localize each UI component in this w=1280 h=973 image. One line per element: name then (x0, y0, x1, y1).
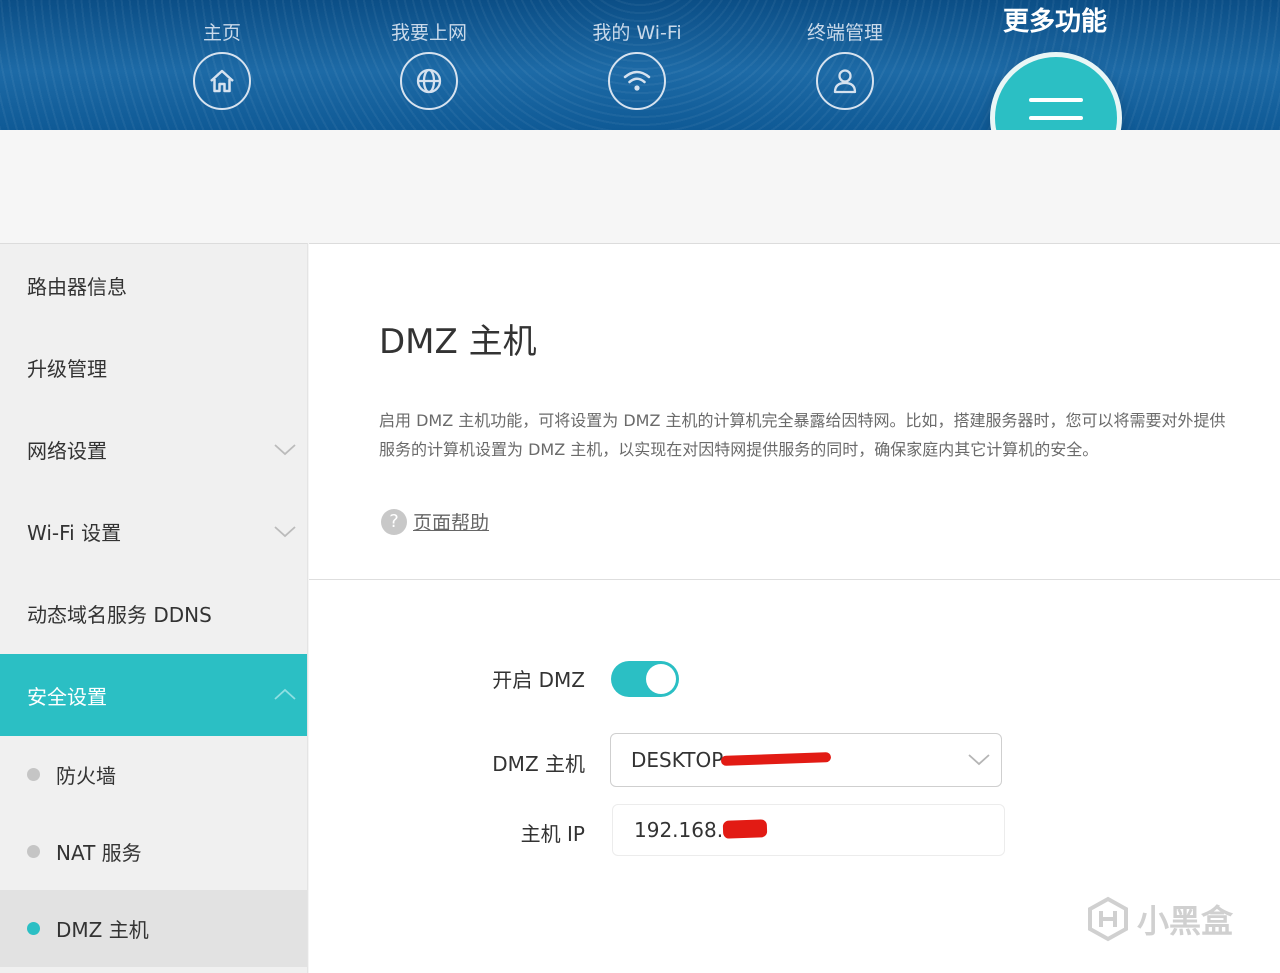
nav-item-devices[interactable]: 终端管理 (770, 18, 920, 110)
chevron-down-icon (274, 526, 296, 538)
sidebar-subitem-label: 防火墙 (56, 764, 116, 788)
watermark: 小黑盒 (1085, 896, 1233, 942)
home-icon (193, 52, 251, 110)
host-ip-label: 主机 IP (520, 822, 585, 846)
dmz-host-label: DMZ 主机 (492, 752, 585, 776)
watermark-logo-icon (1088, 896, 1128, 942)
sidebar-subitem-label: NAT 服务 (56, 841, 142, 865)
enable-dmz-toggle[interactable] (611, 661, 679, 697)
nav-item-internet[interactable]: 我要上网 (354, 18, 504, 110)
description-line: 启用 DMZ 主机功能，可将设置为 DMZ 主机的计算机完全暴露给因特网。比如，… (379, 411, 1226, 430)
nav-item-internet-label: 我要上网 (390, 22, 467, 44)
sidebar-subitem-nat[interactable]: NAT 服务 (0, 813, 307, 890)
wifi-icon (608, 52, 666, 110)
watermark-text: 小黑盒 (1137, 902, 1234, 940)
sidebar-item-upgrade[interactable]: 升级管理 (0, 326, 307, 408)
header-spacer (0, 130, 1280, 243)
user-icon (816, 52, 874, 110)
chevron-down-icon (274, 444, 296, 456)
dmz-host-select[interactable]: DESKTOP- (610, 733, 1002, 787)
help-icon: ? (381, 508, 407, 535)
chevron-down-icon (968, 754, 990, 766)
nav-item-my-wifi[interactable]: 我的 Wi-Fi (562, 18, 712, 110)
chevron-up-icon (274, 688, 296, 700)
redaction-mark (722, 819, 768, 839)
bullet-dot-icon (27, 922, 40, 935)
nav-item-devices-label: 终端管理 (806, 22, 883, 44)
sidebar-item-security[interactable]: 安全设置 (0, 654, 307, 736)
sidebar-item-label: 路由器信息 (27, 274, 127, 299)
bullet-dot-icon (27, 845, 40, 858)
divider (309, 579, 1280, 580)
bullet-dot-icon (27, 768, 40, 781)
sidebar-item-label: Wi-Fi 设置 (27, 520, 122, 545)
nav-item-home-label: 主页 (202, 22, 241, 44)
description-line: 服务的计算机设置为 DMZ 主机，以实现在对因特网提供服务的同时，确保家庭内其它… (379, 440, 1099, 459)
sidebar-item-label: 网络设置 (27, 438, 107, 463)
nav-item-my-wifi-label: 我的 Wi-Fi (592, 22, 682, 44)
nav-item-home[interactable]: 主页 (147, 18, 297, 110)
sidebar-item-wifi-settings[interactable]: Wi-Fi 设置 (0, 490, 307, 572)
page-title: DMZ 主机 (379, 322, 537, 362)
sidebar-item-label: 升级管理 (27, 356, 107, 381)
globe-icon (400, 52, 458, 110)
page-description: 启用 DMZ 主机功能，可将设置为 DMZ 主机的计算机完全暴露给因特网。比如，… (379, 406, 1279, 464)
sidebar-item-label: 动态域名服务 DDNS (27, 602, 212, 627)
page-help[interactable]: ? 页面帮助 (381, 508, 489, 535)
sidebar-item-ddns[interactable]: 动态域名服务 DDNS (0, 572, 307, 654)
sidebar-subitem-label: DMZ 主机 (56, 918, 149, 942)
nav-item-more-label: 更多功能 (1002, 7, 1107, 37)
sidebar-subitem-firewall[interactable]: 防火墙 (0, 736, 307, 813)
dmz-host-value: DESKTOP- (631, 748, 731, 772)
enable-dmz-label: 开启 DMZ (492, 668, 585, 692)
host-ip-field[interactable]: 192.168.3 (612, 804, 1005, 856)
main-content: DMZ 主机 启用 DMZ 主机功能，可将设置为 DMZ 主机的计算机完全暴露给… (309, 243, 1280, 973)
sidebar-item-label: 安全设置 (27, 684, 107, 709)
sidebar-item-router-info[interactable]: 路由器信息 (0, 244, 307, 326)
page-help-link[interactable]: 页面帮助 (413, 508, 489, 535)
sidebar-item-network[interactable]: 网络设置 (0, 408, 307, 490)
host-ip-value: 192.168.3 (634, 818, 736, 842)
sidebar: 路由器信息 升级管理 网络设置 Wi-Fi 设置 动态域名服务 DDNS 安全设… (0, 243, 308, 973)
sidebar-subitem-dmz[interactable]: DMZ 主机 (0, 890, 307, 967)
redaction-mark (720, 752, 832, 766)
toggle-knob (646, 664, 676, 694)
